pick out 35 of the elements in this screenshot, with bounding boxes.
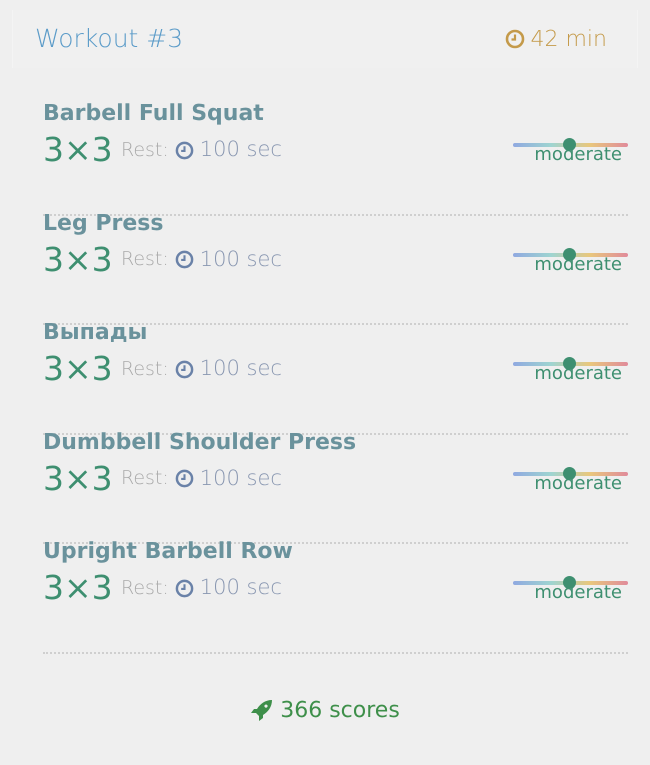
exercise-name: Dumbbell Shoulder Press xyxy=(43,428,358,456)
sets-reps: 3×3 xyxy=(43,458,114,498)
exercise-name: Upright Barbell Row xyxy=(43,538,294,566)
rest-label: Rest: xyxy=(121,247,169,272)
intensity-label: moderate xyxy=(534,145,622,165)
rest-time: 100 sec xyxy=(200,355,282,382)
scores-text: 366 scores xyxy=(280,696,400,724)
rest-label: Rest: xyxy=(121,138,169,163)
clock-icon xyxy=(174,250,194,269)
rest-time: 100 sec xyxy=(200,464,282,492)
intensity-label: moderate xyxy=(534,254,622,274)
sets-reps: 3×3 xyxy=(43,349,114,389)
exercise-name: Leg Press xyxy=(43,210,164,238)
sets-reps: 3×3 xyxy=(43,130,114,170)
clock-icon xyxy=(174,578,194,598)
sets-reps: 3×3 xyxy=(43,240,114,280)
clock-icon xyxy=(174,140,194,160)
exercise-name: Выпады xyxy=(43,319,148,347)
rest-label: Rest: xyxy=(121,466,169,492)
rest-time: 100 sec xyxy=(200,574,282,602)
rest-label: Rest: xyxy=(121,576,169,601)
rest-time: 100 sec xyxy=(200,136,282,164)
clock-icon xyxy=(174,360,194,378)
rocket-icon xyxy=(250,698,274,722)
clock-icon xyxy=(174,469,194,488)
sets-reps: 3×3 xyxy=(43,568,114,608)
workout-title: Workout #3 xyxy=(35,23,184,56)
intensity-label: moderate xyxy=(534,474,622,494)
duration-text: 42 min xyxy=(530,26,607,54)
exercise-name: Barbell Full Squat xyxy=(43,100,265,128)
intensity-label: moderate xyxy=(534,583,622,603)
rest-time: 100 sec xyxy=(200,246,282,273)
clock-icon xyxy=(504,29,525,49)
rest-label: Rest: xyxy=(121,356,169,382)
intensity-label: moderate xyxy=(534,364,622,384)
